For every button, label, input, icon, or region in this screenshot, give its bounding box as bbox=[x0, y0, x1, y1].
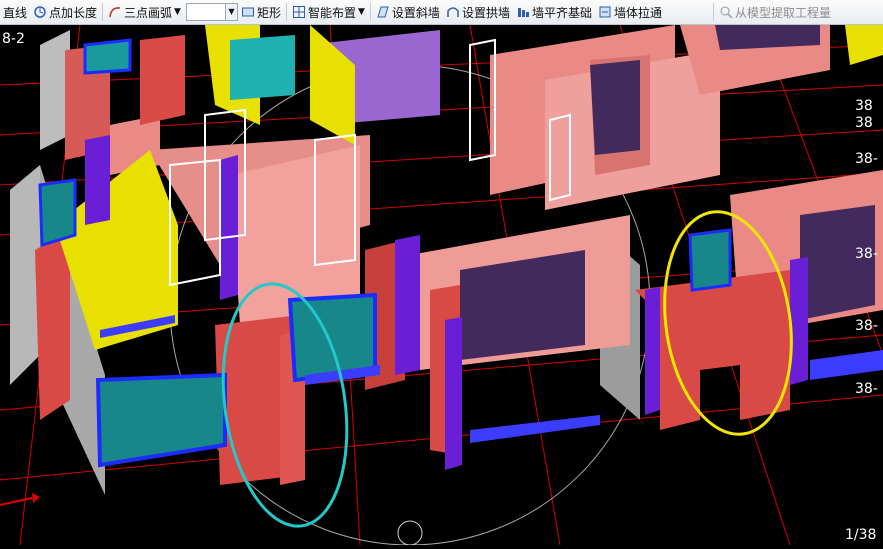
rectangle-icon bbox=[241, 7, 254, 17]
dropdown-arrow-icon[interactable]: ▼ bbox=[174, 7, 181, 17]
point-add-length-label: 点加长度 bbox=[49, 5, 98, 20]
separator bbox=[285, 3, 287, 21]
rectangle-label: 矩形 bbox=[256, 5, 281, 20]
wall-stretch-label: 墙体拉通 bbox=[613, 5, 662, 20]
line-tool[interactable]: 直线 bbox=[0, 1, 30, 23]
smart-layout-icon bbox=[292, 6, 305, 18]
extract-from-model-tool[interactable]: 从模型提取工程量 bbox=[716, 1, 834, 23]
three-point-arc-label: 三点画弧 bbox=[124, 5, 173, 20]
set-arch-wall-tool[interactable]: 设置拱墙 bbox=[443, 1, 513, 23]
rectangle-tool[interactable]: 矩形 bbox=[238, 1, 284, 23]
axis-label-bottom-right: 1/38 bbox=[845, 527, 876, 543]
line-label: 直线 bbox=[3, 5, 28, 20]
toolbar: 直线 点加长度 三点画弧 ▼ ▼ 矩形 智能布置 ▼ 设置斜墙 设置拱墙 墙平齐… bbox=[0, 0, 883, 25]
set-slope-wall-label: 设置斜墙 bbox=[391, 5, 440, 20]
slope-wall-icon bbox=[377, 6, 389, 18]
chevron-down-icon[interactable]: ▼ bbox=[224, 4, 237, 20]
wall-align-foundation-label: 墙平齐基础 bbox=[531, 5, 592, 20]
wall-align-foundation-tool[interactable]: 墙平齐基础 bbox=[513, 1, 595, 23]
axis-label-right-3: 38- bbox=[855, 151, 878, 167]
dropdown-arrow-icon[interactable]: ▼ bbox=[358, 7, 365, 17]
separator bbox=[102, 3, 104, 21]
extract-from-model-label: 从模型提取工程量 bbox=[734, 5, 831, 20]
3d-viewport[interactable]: 8-2 38 38 38- 38- 38- 38- 1/38 bbox=[0, 24, 883, 546]
separator bbox=[712, 3, 714, 21]
arc-option-select[interactable]: ▼ bbox=[185, 3, 238, 21]
axis-label-right-5: 38- bbox=[855, 318, 878, 334]
extract-icon bbox=[720, 6, 733, 19]
point-length-icon bbox=[34, 6, 46, 18]
set-slope-wall-tool[interactable]: 设置斜墙 bbox=[373, 1, 443, 23]
model-canvas[interactable]: 8-2 38 38 38- 38- 38- 38- 1/38 bbox=[0, 24, 883, 546]
separator bbox=[369, 3, 371, 21]
arc-icon bbox=[109, 7, 121, 18]
align-foundation-icon bbox=[517, 8, 529, 17]
axis-label-top-left: 8-2 bbox=[2, 31, 25, 47]
wall-stretch-icon bbox=[599, 6, 611, 18]
three-point-arc-tool[interactable]: 三点画弧 ▼ bbox=[105, 1, 184, 23]
axis-label-right-6: 38- bbox=[855, 381, 878, 397]
wall-stretch-tool[interactable]: 墙体拉通 bbox=[595, 1, 665, 23]
smart-layout-tool[interactable]: 智能布置 ▼ bbox=[289, 1, 368, 23]
arch-wall-icon bbox=[447, 7, 459, 17]
set-arch-wall-label: 设置拱墙 bbox=[461, 5, 510, 20]
axis-label-right-2: 38 bbox=[855, 115, 873, 131]
point-add-length-tool[interactable]: 点加长度 bbox=[30, 1, 100, 23]
axis-label-right-1: 38 bbox=[855, 98, 873, 114]
smart-layout-label: 智能布置 bbox=[307, 5, 356, 20]
axis-label-right-4: 38- bbox=[855, 246, 878, 262]
